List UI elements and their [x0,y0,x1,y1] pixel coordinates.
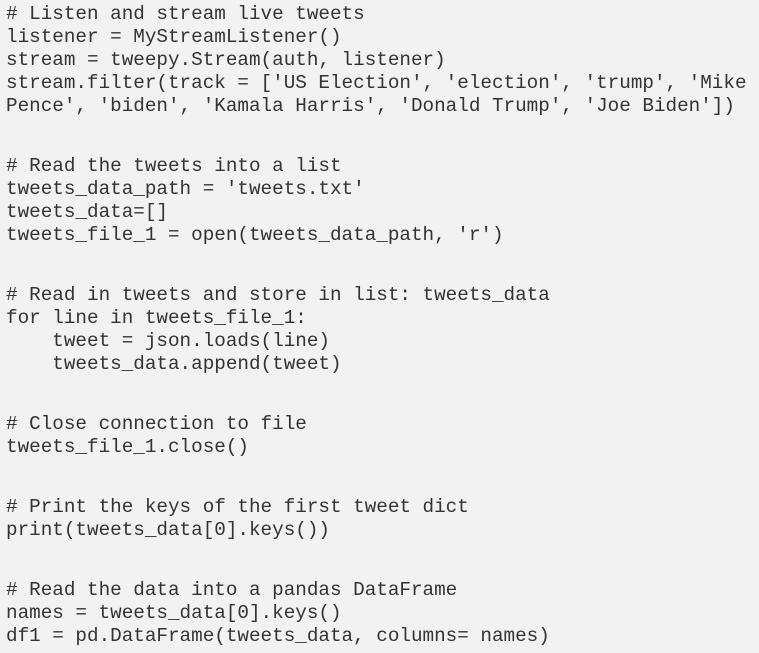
code-line: stream.filter(track = ['US Election', 'e… [6,72,747,94]
code-line: tweets_data_path = 'tweets.txt' [6,178,365,200]
code-comment: # Read in tweets and store in list: twee… [6,284,550,306]
code-line: df1 = pd.DataFrame(tweets_data, columns=… [6,625,550,647]
code-comment: # Read the tweets into a list [6,155,342,177]
code-comment: # Print the keys of the first tweet dict [6,496,469,518]
code-comment: # Listen and stream live tweets [6,3,365,25]
code-section-read-list: # Read the tweets into a list tweets_data… [6,155,747,247]
code-line: tweet = json.loads(line) [6,330,330,352]
code-section-close-file: # Close connection to file tweets_file_1.… [6,413,747,459]
code-section-stream-tweets: # Listen and stream live tweets listener … [6,3,747,118]
code-block: # Listen and stream live tweets listener … [6,3,747,648]
code-line: listener = MyStreamListener() [6,26,342,48]
code-section-dataframe: # Read the data into a pandas DataFrame n… [6,579,747,648]
code-comment: # Read the data into a pandas DataFrame [6,579,458,601]
code-line: names = tweets_data[0].keys() [6,602,342,624]
code-line: tweets_data.append(tweet) [6,353,342,375]
code-line: tweets_data=[] [6,201,168,223]
code-section-print-keys: # Print the keys of the first tweet dict… [6,496,747,542]
code-line: print(tweets_data[0].keys()) [6,519,330,541]
code-section-store-tweets: # Read in tweets and store in list: twee… [6,284,747,376]
code-line: for line in tweets_file_1: [6,307,307,329]
code-line: tweets_file_1.close() [6,436,249,458]
code-line: Pence', 'biden', 'Kamala Harris', 'Donal… [6,95,735,117]
code-line: stream = tweepy.Stream(auth, listener) [6,49,446,71]
code-line: tweets_file_1 = open(tweets_data_path, '… [6,224,504,246]
code-comment: # Close connection to file [6,413,307,435]
